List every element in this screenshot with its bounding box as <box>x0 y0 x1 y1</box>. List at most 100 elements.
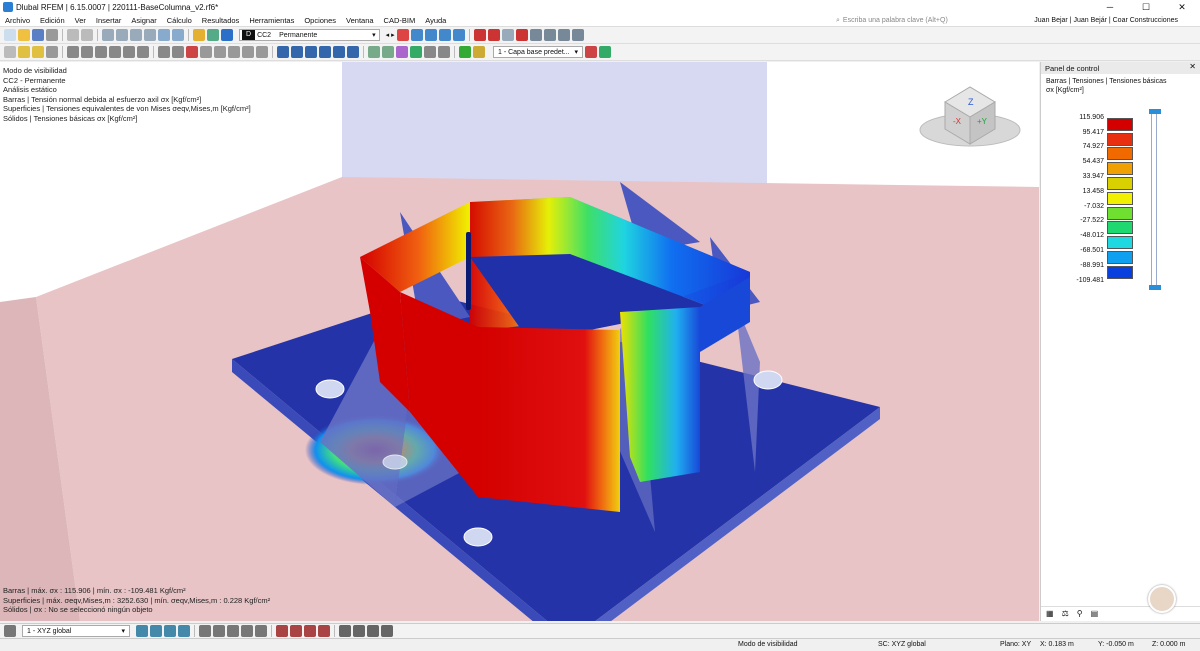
open-folder-icon[interactable] <box>18 29 30 41</box>
deformation-icon[interactable] <box>424 29 437 41</box>
search-input[interactable]: ⌕ Escriba una palabra clave (Alt+Q) <box>836 15 986 26</box>
text-icon[interactable] <box>424 46 436 58</box>
axis-icon[interactable] <box>4 625 16 637</box>
layer-settings-icon[interactable] <box>599 46 611 58</box>
visibility-icon[interactable] <box>319 46 331 58</box>
surface-icon[interactable] <box>109 46 121 58</box>
draw-spline-icon[interactable] <box>255 625 267 637</box>
next-load-case-icon[interactable]: ▸ <box>391 31 395 39</box>
delete-results-icon[interactable] <box>515 29 528 41</box>
close-button[interactable]: ✕ <box>1164 0 1200 14</box>
results-icon[interactable] <box>193 29 205 41</box>
draw-polyline-icon[interactable] <box>241 625 253 637</box>
select-icon[interactable] <box>4 46 16 58</box>
orbit-icon[interactable] <box>382 46 394 58</box>
maximize-button[interactable]: ☐ <box>1128 0 1164 14</box>
filter-icon[interactable] <box>452 29 465 41</box>
menu-asignar[interactable]: Asignar <box>126 16 161 25</box>
solid-icon[interactable] <box>123 46 135 58</box>
member-icon[interactable] <box>95 46 107 58</box>
mirror-icon[interactable] <box>256 46 268 58</box>
wave-icon[interactable] <box>396 46 408 58</box>
pan-icon[interactable] <box>368 46 380 58</box>
draw-circle-icon[interactable] <box>227 625 239 637</box>
menu-herramientas[interactable]: Herramientas <box>244 16 299 25</box>
assistant-avatar[interactable] <box>1148 585 1176 613</box>
menu-ayuda[interactable]: Ayuda <box>420 16 451 25</box>
support-icon[interactable] <box>158 46 170 58</box>
render-wire-icon[interactable] <box>291 46 303 58</box>
snap-midpoint-icon[interactable] <box>178 625 190 637</box>
coordinate-system-select[interactable]: 1 - XYZ global ▾ <box>22 625 130 637</box>
slider-top-handle[interactable] <box>1149 109 1161 114</box>
layer-visible-icon[interactable] <box>459 46 471 58</box>
dimension-icon[interactable] <box>200 46 212 58</box>
close-icon[interactable]: ✕ <box>1189 62 1196 71</box>
model-icon[interactable] <box>172 29 184 41</box>
nodes-icon[interactable] <box>557 29 570 41</box>
menu-edicion[interactable]: Edición <box>35 16 70 25</box>
snap-line-icon[interactable] <box>164 625 176 637</box>
print-icon[interactable] <box>46 29 58 41</box>
grid-icon[interactable] <box>381 625 393 637</box>
render-solid-icon[interactable] <box>277 46 289 58</box>
result-values-icon[interactable] <box>410 29 423 41</box>
draw-arc-icon[interactable] <box>213 625 225 637</box>
draw-line-icon[interactable] <box>199 625 211 637</box>
menu-ventana[interactable]: Ventana <box>341 16 379 25</box>
tab-filter-icon[interactable]: ⚲ <box>1077 609 1083 618</box>
line-icon[interactable] <box>81 46 93 58</box>
new-file-icon[interactable] <box>4 29 16 41</box>
minimize-button[interactable]: ─ <box>1092 0 1128 14</box>
members-icon[interactable] <box>571 29 584 41</box>
slider-bottom-handle[interactable] <box>1149 285 1161 290</box>
view-cube[interactable]: Z -X +Y <box>915 72 1025 152</box>
ortho-icon[interactable] <box>367 625 379 637</box>
display-icon[interactable] <box>221 29 233 41</box>
table-icon[interactable] <box>158 29 170 41</box>
snap-node-icon[interactable] <box>150 625 162 637</box>
guide-objects-icon[interactable] <box>529 29 542 41</box>
dimension-line-icon[interactable] <box>339 625 351 637</box>
render-transparent-icon[interactable] <box>305 46 317 58</box>
load-icon[interactable] <box>186 46 198 58</box>
node-icon[interactable] <box>67 46 79 58</box>
copy-icon[interactable] <box>214 46 226 58</box>
join-icon[interactable] <box>304 625 316 637</box>
opening-icon[interactable] <box>137 46 149 58</box>
pen-icon[interactable] <box>18 46 30 58</box>
tab-table-icon[interactable]: ▤ <box>1091 609 1099 618</box>
tab-color-scale-icon[interactable]: ▦ <box>1046 609 1054 618</box>
menu-resultados[interactable]: Resultados <box>197 16 245 25</box>
color-scale-icon[interactable] <box>410 46 422 58</box>
menu-archivo[interactable]: Archivo <box>0 16 35 25</box>
user-account[interactable]: Juan Bejar | Juan Bejár | Coar Construcc… <box>1034 14 1178 27</box>
view-front-icon[interactable] <box>102 29 114 41</box>
scale-slider[interactable] <box>1149 109 1161 290</box>
animation-icon[interactable] <box>473 29 486 41</box>
hinge-icon[interactable] <box>172 46 184 58</box>
view-top-icon[interactable] <box>130 29 142 41</box>
units-icon[interactable] <box>438 46 450 58</box>
undo-icon[interactable] <box>67 29 79 41</box>
view-iso-icon[interactable] <box>144 29 156 41</box>
menu-insertar[interactable]: Insertar <box>91 16 126 25</box>
tab-factors-icon[interactable]: ⚖ <box>1062 609 1069 618</box>
view-side-icon[interactable] <box>116 29 128 41</box>
isolines-icon[interactable] <box>487 29 500 41</box>
guide-line-icon[interactable] <box>353 625 365 637</box>
save-icon[interactable] <box>32 29 44 41</box>
menu-calculo[interactable]: Cálculo <box>162 16 197 25</box>
load-case-select[interactable]: D CC2 Permanente ▾ <box>239 29 380 41</box>
funnel-icon[interactable] <box>46 46 58 58</box>
move-icon[interactable] <box>228 46 240 58</box>
zoom-window-icon[interactable] <box>347 46 359 58</box>
magic-wand-icon[interactable] <box>32 46 44 58</box>
zoom-all-icon[interactable] <box>333 46 345 58</box>
menu-ver[interactable]: Ver <box>70 16 91 25</box>
layer-select[interactable]: 1 - Capa base predet... ▾ <box>493 46 583 58</box>
divide-icon[interactable] <box>290 625 302 637</box>
prev-load-case-icon[interactable]: ◂ <box>386 31 390 39</box>
lines-icon[interactable] <box>543 29 556 41</box>
section-icon[interactable] <box>438 29 451 41</box>
